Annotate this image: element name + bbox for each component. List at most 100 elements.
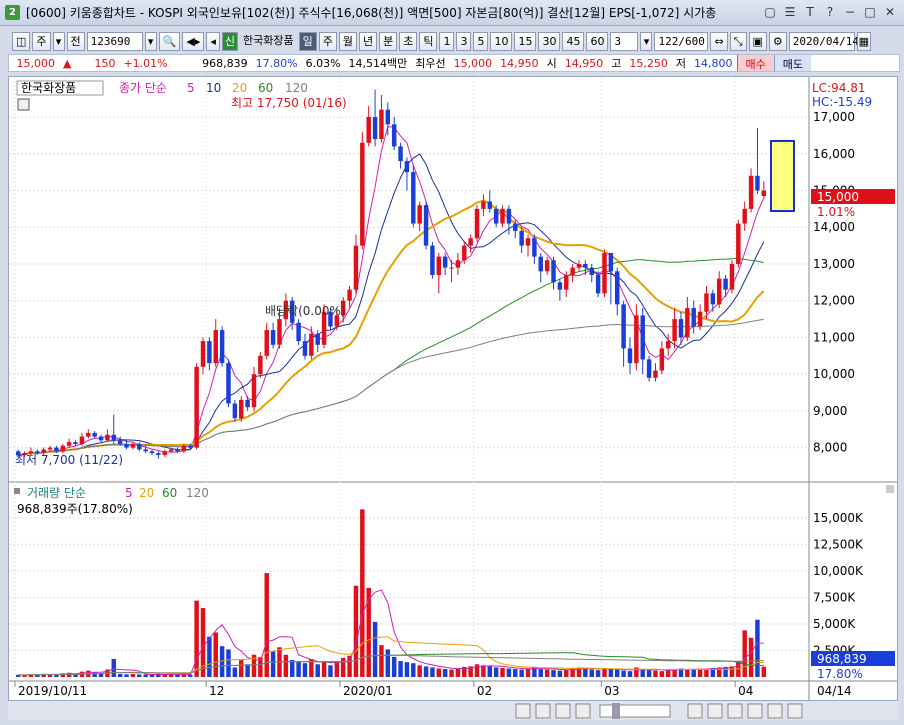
play-icon[interactable] — [575, 703, 591, 719]
tab-year[interactable]: 년 — [358, 31, 378, 51]
zoom-slider[interactable] — [599, 704, 671, 718]
volume-bar — [372, 621, 378, 677]
zoom-slider-thumb[interactable] — [612, 703, 620, 719]
candle-body — [449, 267, 454, 269]
tab-second[interactable]: 초 — [399, 31, 418, 51]
help-icon[interactable]: ? — [822, 4, 838, 20]
ma60-label: 60 — [258, 81, 273, 95]
volume-bar — [589, 669, 594, 677]
candle-body — [60, 445, 66, 452]
tab-day[interactable]: 일 — [298, 31, 317, 51]
prev-button[interactable]: 전 — [66, 31, 85, 51]
candle-body — [462, 245, 467, 261]
scale-icon[interactable]: ⤡ — [729, 31, 747, 51]
candle-body — [117, 440, 123, 444]
pin-icon[interactable]: ☰ — [782, 4, 798, 20]
volume-bar — [564, 669, 569, 677]
expand-icon[interactable]: ⇔ — [710, 31, 728, 51]
stock-chart-svg[interactable]: 17,000 16,000 15,000 14,000 13,000 12,000 11,0… — [9, 77, 897, 701]
candle-body — [653, 370, 658, 378]
gear-icon[interactable]: ⚙ — [768, 31, 787, 51]
candle-body — [595, 274, 601, 294]
zoom-in-icon[interactable] — [707, 703, 723, 719]
scroll-right-icon[interactable] — [515, 703, 531, 719]
candle-body — [685, 308, 690, 338]
price-tick-label: 11,000 — [813, 330, 855, 344]
volume-panel-toggle-icon[interactable] — [14, 488, 20, 494]
volume-bar — [111, 658, 117, 677]
candle-body — [47, 447, 53, 450]
ma10-label: 10 — [206, 81, 221, 95]
count-select[interactable]: 3 — [610, 31, 639, 51]
layout-icon[interactable]: ◫ — [12, 31, 31, 51]
font-icon[interactable]: T — [802, 4, 818, 20]
scroll-bar[interactable] — [8, 700, 898, 720]
volume-tick-label: 7,500K — [813, 590, 856, 604]
buy-button[interactable]: 매수 — [736, 55, 774, 71]
volume-bar — [315, 664, 320, 677]
date-input[interactable]: 2020/04/14 — [788, 31, 859, 51]
trade-amount: 14,514백만 — [348, 57, 408, 70]
save-icon[interactable]: ▣ — [748, 31, 767, 51]
x-tick-label: 03 — [604, 684, 619, 698]
tab-week[interactable]: 주 — [318, 31, 337, 51]
candle-body — [742, 208, 747, 224]
minute-15[interactable]: 15 — [514, 31, 537, 51]
minus-icon[interactable] — [767, 703, 783, 719]
speaker-icon[interactable]: ◀▸ — [182, 31, 205, 51]
minute-5[interactable]: 5 — [473, 31, 489, 51]
period-select[interactable]: 주 — [32, 31, 51, 51]
candle-body — [156, 453, 161, 455]
stop-icon[interactable] — [555, 703, 571, 719]
table-icon[interactable] — [17, 98, 30, 111]
candle-body — [481, 201, 486, 209]
volume-bar — [207, 636, 212, 677]
plus-icon[interactable] — [787, 703, 803, 719]
x-tick-label: 12 — [209, 684, 224, 698]
stock-code-input[interactable]: 123690 — [86, 31, 143, 51]
sell-button[interactable]: 매도 — [773, 55, 812, 71]
minute-60[interactable]: 60 — [586, 31, 609, 51]
candle-body — [430, 245, 435, 275]
tab-tick[interactable]: 틱 — [419, 31, 438, 51]
zoom-out-icon[interactable] — [687, 703, 703, 719]
tab-minute[interactable]: 분 — [379, 31, 398, 51]
prev-stock-icon[interactable]: ◂ — [206, 31, 220, 51]
close-icon[interactable]: ✕ — [882, 4, 898, 20]
volume-bar — [137, 674, 142, 677]
candle-body — [513, 223, 518, 231]
volume-bar — [481, 665, 486, 677]
calendar-icon[interactable]: ▦ — [856, 31, 871, 51]
draw-line-icon[interactable] — [727, 703, 743, 719]
minute-1[interactable]: 1 — [439, 31, 455, 51]
volume-bar — [538, 669, 543, 677]
minute-10[interactable]: 10 — [490, 31, 513, 51]
candle-body — [532, 238, 537, 257]
candle-body — [130, 443, 136, 448]
candle-body — [258, 355, 263, 375]
count-dropdown-icon[interactable]: ▾ — [640, 31, 653, 51]
scroll-end-icon[interactable] — [535, 703, 551, 719]
minute-30[interactable]: 30 — [538, 31, 561, 51]
volume-bar — [602, 668, 607, 677]
volume-bar — [551, 670, 556, 677]
arrow-icon[interactable] — [747, 703, 763, 719]
maximize-icon[interactable]: □ — [862, 4, 878, 20]
turnover-percent: 17.80% — [255, 56, 298, 70]
chart-area[interactable]: 17,000 16,000 15,000 14,000 13,000 12,000 11,0… — [8, 76, 898, 706]
minute-45[interactable]: 45 — [562, 31, 585, 51]
candle-body — [200, 341, 206, 367]
link-icon[interactable]: ▢ — [762, 4, 778, 20]
app-icon: 2 — [5, 5, 20, 20]
code-dropdown-icon[interactable]: ▾ — [144, 31, 157, 51]
max-price-label: 최고 17,750 (01/16) — [231, 96, 347, 110]
search-icon[interactable]: 🔍 — [158, 31, 181, 51]
candle-body — [455, 260, 461, 268]
volume-panel-collapse-icon[interactable] — [886, 485, 894, 493]
tab-month[interactable]: 월 — [338, 31, 357, 51]
minute-3[interactable]: 3 — [456, 31, 472, 51]
minimize-icon[interactable]: − — [842, 4, 858, 20]
window-controls: ▢ ☰ T ? − □ ✕ — [762, 4, 898, 20]
vol-ma20-label: 20 — [139, 486, 154, 500]
chevron-down-icon[interactable]: ▾ — [52, 31, 65, 51]
